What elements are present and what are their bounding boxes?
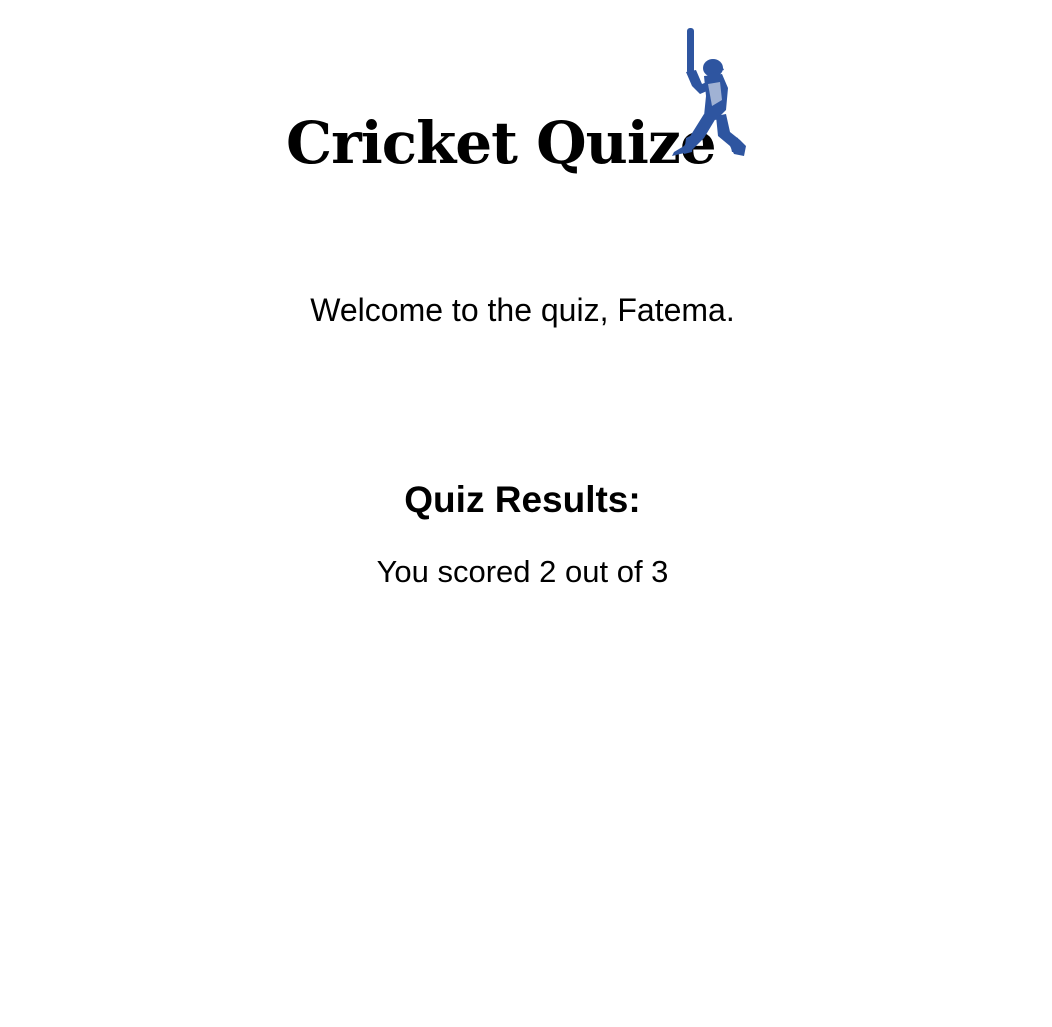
results-section: Quiz Results: You scored 2 out of 3: [0, 478, 1045, 590]
cricket-batsman-icon: [672, 28, 746, 156]
page-header: Cricket Quize: [0, 22, 1052, 182]
quiz-page: Cricket Quize Welcome to the quiz, Fatem…: [0, 0, 1052, 1027]
welcome-message: Welcome to the quiz, Fatema.: [310, 292, 735, 328]
score-text: You scored 2 out of 3: [376, 554, 669, 589]
results-heading: Quiz Results:: [404, 479, 641, 520]
page-title: Cricket Quize: [286, 109, 717, 177]
